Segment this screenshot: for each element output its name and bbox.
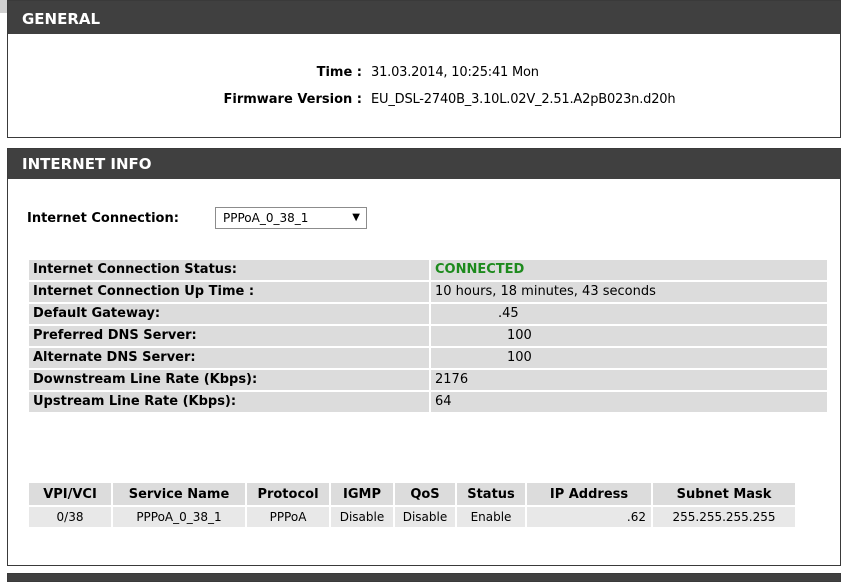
header-igmp: IGMP <box>331 483 393 505</box>
table-row: Downstream Line Rate (Kbps): 2176 <box>29 370 827 390</box>
uptime-label: Internet Connection Up Time : <box>29 282 429 302</box>
uptime-value: 10 hours, 18 minutes, 43 seconds <box>431 282 827 302</box>
upstream-value: 64 <box>431 392 827 412</box>
header-service-name: Service Name <box>113 483 245 505</box>
firmware-value: EU_DSL-2740B_3.10L.02V_2.51.A2pB023n.d20… <box>371 92 676 107</box>
table-row: Internet Connection Up Time : 10 hours, … <box>29 282 827 302</box>
next-panel-header <box>7 573 841 582</box>
cell-status: Enable <box>457 507 525 527</box>
time-value: 31.03.2014, 10:25:41 Mon <box>371 65 539 80</box>
preferred-dns-label: Preferred DNS Server: <box>29 326 429 346</box>
cell-igmp: Disable <box>331 507 393 527</box>
time-label: Time : <box>316 65 362 80</box>
table-row: Alternate DNS Server: 100 <box>29 348 827 368</box>
status-value: CONNECTED <box>431 260 827 280</box>
header-protocol: Protocol <box>247 483 329 505</box>
header-qos: QoS <box>395 483 455 505</box>
table-row: Upstream Line Rate (Kbps): 64 <box>29 392 827 412</box>
internet-info-panel: INTERNET INFO Internet Connection: PPPoA… <box>7 148 841 566</box>
firmware-label: Firmware Version : <box>223 92 362 107</box>
alternate-dns-value: 100 <box>431 348 827 368</box>
connection-table: VPI/VCI Service Name Protocol IGMP QoS S… <box>27 481 797 529</box>
internet-connection-row: Internet Connection: PPPoA_0_38_1 ▼ <box>27 207 367 229</box>
preferred-dns-value: 100 <box>431 326 827 346</box>
table-row: Internet Connection Status: CONNECTED <box>29 260 827 280</box>
cell-qos: Disable <box>395 507 455 527</box>
downstream-value: 2176 <box>431 370 827 390</box>
upstream-label: Upstream Line Rate (Kbps): <box>29 392 429 412</box>
cell-ip-address: .62 <box>527 507 651 527</box>
table-row: Default Gateway: .45 <box>29 304 827 324</box>
header-ip-address: IP Address <box>527 483 651 505</box>
table-header-row: VPI/VCI Service Name Protocol IGMP QoS S… <box>29 483 795 505</box>
cell-service-name: PPPoA_0_38_1 <box>113 507 245 527</box>
internet-info-header: INTERNET INFO <box>8 149 840 179</box>
cell-vpi-vci: 0/38 <box>29 507 111 527</box>
internet-connection-selected: PPPoA_0_38_1 <box>223 211 309 225</box>
alternate-dns-label: Alternate DNS Server: <box>29 348 429 368</box>
general-panel: GENERAL Time : 31.03.2014, 10:25:41 Mon … <box>7 0 841 138</box>
table-row: 0/38 PPPoA_0_38_1 PPPoA Disable Disable … <box>29 507 795 527</box>
internet-connection-label: Internet Connection: <box>27 211 179 226</box>
status-label: Internet Connection Status: <box>29 260 429 280</box>
header-vpi-vci: VPI/VCI <box>29 483 111 505</box>
gateway-value: .45 <box>431 304 827 324</box>
general-header: GENERAL <box>8 1 840 34</box>
internet-info-table: Internet Connection Status: CONNECTED In… <box>27 258 829 414</box>
header-subnet-mask: Subnet Mask <box>653 483 795 505</box>
dropdown-arrow-icon: ▼ <box>352 212 360 223</box>
internet-connection-select[interactable]: PPPoA_0_38_1 ▼ <box>215 207 367 229</box>
header-status: Status <box>457 483 525 505</box>
table-row: Preferred DNS Server: 100 <box>29 326 827 346</box>
downstream-label: Downstream Line Rate (Kbps): <box>29 370 429 390</box>
cell-subnet-mask: 255.255.255.255 <box>653 507 795 527</box>
gateway-label: Default Gateway: <box>29 304 429 324</box>
cell-protocol: PPPoA <box>247 507 329 527</box>
